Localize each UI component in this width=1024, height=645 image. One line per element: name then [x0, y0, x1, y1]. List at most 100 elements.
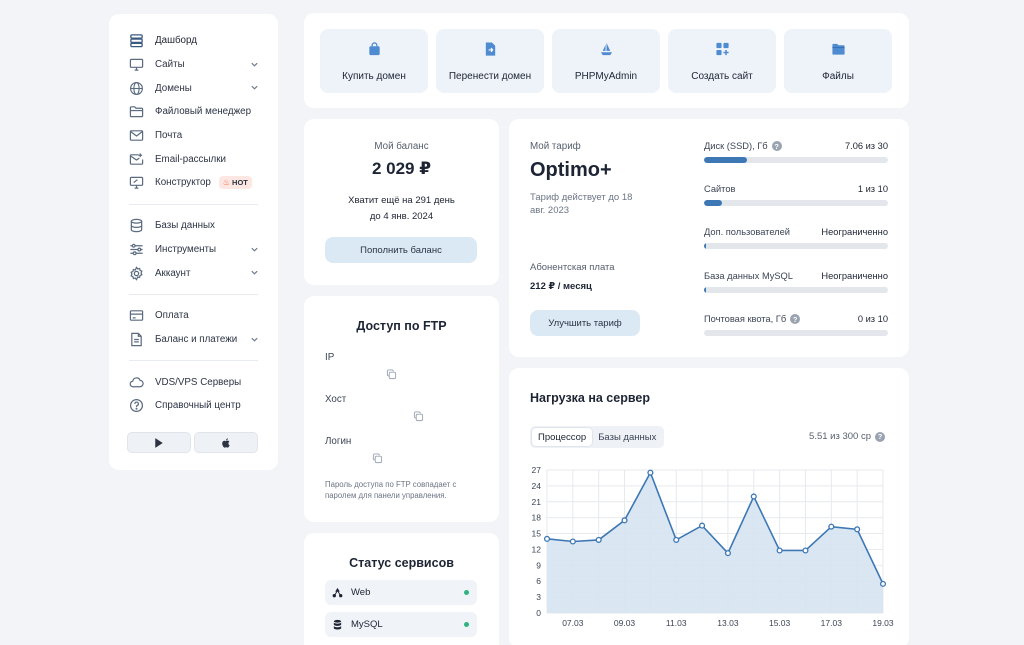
folder-icon: [129, 104, 144, 119]
y-tick-label: 15: [532, 529, 542, 539]
data-point: [828, 523, 835, 530]
sidebar-item-mail[interactable]: Почта: [109, 124, 278, 148]
data-point: [854, 526, 861, 533]
sidebar-divider: [129, 293, 258, 295]
data-point: [802, 547, 809, 554]
limit-progress-bar: [704, 330, 888, 336]
sidebar-item-label: Справочный центр: [155, 400, 241, 412]
data-point: [776, 547, 783, 554]
document-icon: [129, 332, 144, 347]
limit-value: Неограниченно: [821, 227, 888, 237]
limit-progress-fill: [704, 243, 706, 249]
sidebar-item-label: Базы данных: [155, 220, 215, 232]
sidebar-item-dashboard[interactable]: Дашборд: [109, 29, 278, 53]
data-point: [879, 580, 887, 587]
folder-icon: [784, 41, 892, 57]
help-icon: [129, 398, 144, 413]
data-point: [673, 536, 680, 543]
limit-progress-bar: [704, 200, 888, 206]
tariff-plan-name: Optimo+: [530, 159, 612, 181]
shopping-bag-icon: [320, 41, 428, 57]
chevron-down-icon[interactable]: [250, 335, 259, 344]
ftp-password-note: Пароль доступа по FTP совпадает с пароле…: [325, 480, 457, 500]
sidebar-item-label: Баланс и платежи: [155, 333, 238, 345]
limit-label-text: Диск (SSD), Гб: [704, 141, 768, 151]
sliders-icon: [129, 242, 144, 257]
sidebar-item-account[interactable]: Аккаунт: [109, 261, 278, 285]
sidebar-item-databases[interactable]: Базы данных: [109, 214, 278, 238]
sidebar-item-sites[interactable]: Сайты: [109, 53, 278, 77]
sidebar-item-label: Сайты: [155, 59, 185, 71]
help-icon[interactable]: ?: [790, 314, 801, 324]
balance-title: Мой баланс: [374, 141, 429, 152]
sidebar-item-tools[interactable]: Инструменты: [109, 238, 278, 262]
services-status-card: Статус сервисов Web MySQL: [304, 533, 499, 645]
sidebar-item-label: Email-рассылки: [155, 153, 226, 165]
card-icon: [129, 308, 144, 323]
sidebar-item-balance-payments[interactable]: Баланс и платежи: [109, 328, 278, 352]
sidebar-item-domains[interactable]: Домены: [109, 76, 278, 100]
quick-action-label: PHPMyAdmin: [574, 71, 638, 82]
mail-send-icon: [129, 152, 144, 167]
upgrade-tariff-button[interactable]: Улучшить тариф: [530, 310, 640, 336]
sidebar-item-label: Конструктор: [155, 177, 211, 189]
sidebar-item-constructor[interactable]: Конструктор ♨ HOT: [109, 171, 278, 195]
cloud-icon: [129, 375, 144, 390]
sidebar-item-vds-servers[interactable]: VDS/VPS Серверы: [109, 370, 278, 394]
sidebar-item-payment[interactable]: Оплата: [109, 304, 278, 328]
quick-action-label: Файлы: [822, 71, 854, 82]
data-point: [750, 493, 757, 500]
limit-label-text: Доп. пользователей: [704, 227, 790, 237]
limit-progress-bar: [704, 243, 888, 249]
data-point: [595, 536, 602, 543]
limit-progress-bar: [704, 157, 888, 163]
limit-value: Неограниченно: [821, 271, 888, 281]
phpmyadmin-button[interactable]: PHPMyAdmin: [552, 29, 660, 93]
services-title: Статус сервисов: [349, 556, 454, 570]
files-button[interactable]: Файлы: [784, 29, 892, 93]
service-web: Web: [325, 580, 477, 605]
limit-progress-fill: [704, 200, 723, 206]
monitor-icon: [129, 57, 144, 72]
top-up-balance-button[interactable]: Пополнить баланс: [325, 237, 477, 263]
x-tick-label: 15.03: [769, 618, 791, 628]
chevron-down-icon[interactable]: [250, 83, 259, 92]
google-play-button[interactable]: [127, 432, 191, 453]
limit-label: Почтовая квота, Гб?: [704, 314, 801, 324]
chevron-down-icon[interactable]: [250, 60, 259, 69]
tariff-valid-until: Тариф действует до 18 авг. 2023: [530, 192, 633, 216]
limit-label: База данных MySQL: [704, 271, 793, 281]
hot-badge-label: HOT: [232, 178, 248, 188]
ftp-ip-label: IP: [325, 352, 335, 363]
copy-host-icon[interactable]: [413, 409, 424, 422]
chevron-down-icon[interactable]: [250, 245, 259, 254]
add-grid-icon: [668, 41, 776, 57]
transfer-domain-button[interactable]: Перенести домен: [436, 29, 544, 93]
app-store-button[interactable]: [194, 432, 258, 453]
limit-value: 0 из 10: [857, 314, 888, 324]
copy-ip-icon[interactable]: [386, 367, 397, 380]
balance-until-date: до 4 янв. 2024: [369, 211, 434, 222]
buy-domain-button[interactable]: Купить домен: [320, 29, 428, 93]
copy-login-icon[interactable]: [372, 451, 383, 464]
limit-label: Доп. пользователей: [704, 227, 790, 237]
sidebar-item-file-manager[interactable]: Файловый менеджер: [109, 100, 278, 124]
ftp-login-label: Логин: [325, 436, 352, 447]
area-fill: [547, 472, 883, 613]
help-icon[interactable]: ?: [771, 141, 782, 151]
flame-icon: ♨: [222, 178, 231, 188]
sidebar-divider: [129, 360, 258, 362]
sidebar-item-label: Инструменты: [155, 243, 217, 255]
sidebar-divider: [129, 203, 258, 205]
balance-card: Мой баланс 2 029 ₽ Хватит ещё на 291 ден…: [304, 119, 499, 285]
limit-value: 7.06 из 30: [844, 141, 888, 151]
chevron-down-icon[interactable]: [250, 268, 259, 277]
service-label: MySQL: [351, 619, 383, 630]
create-site-button[interactable]: Создать сайт: [668, 29, 776, 93]
sidebar-item-help-center[interactable]: Справочный центр: [109, 394, 278, 418]
hot-badge: ♨ HOT: [218, 176, 252, 190]
quick-actions-panel: Купить домен Перенести домен PHPMyAdmin …: [304, 13, 909, 108]
ftp-access-card: Доступ по FTP IP Хост Логин Пароль досту…: [304, 296, 499, 522]
sidebar-item-email-campaigns[interactable]: Email-рассылки: [109, 147, 278, 171]
y-tick-label: 3: [536, 592, 541, 602]
